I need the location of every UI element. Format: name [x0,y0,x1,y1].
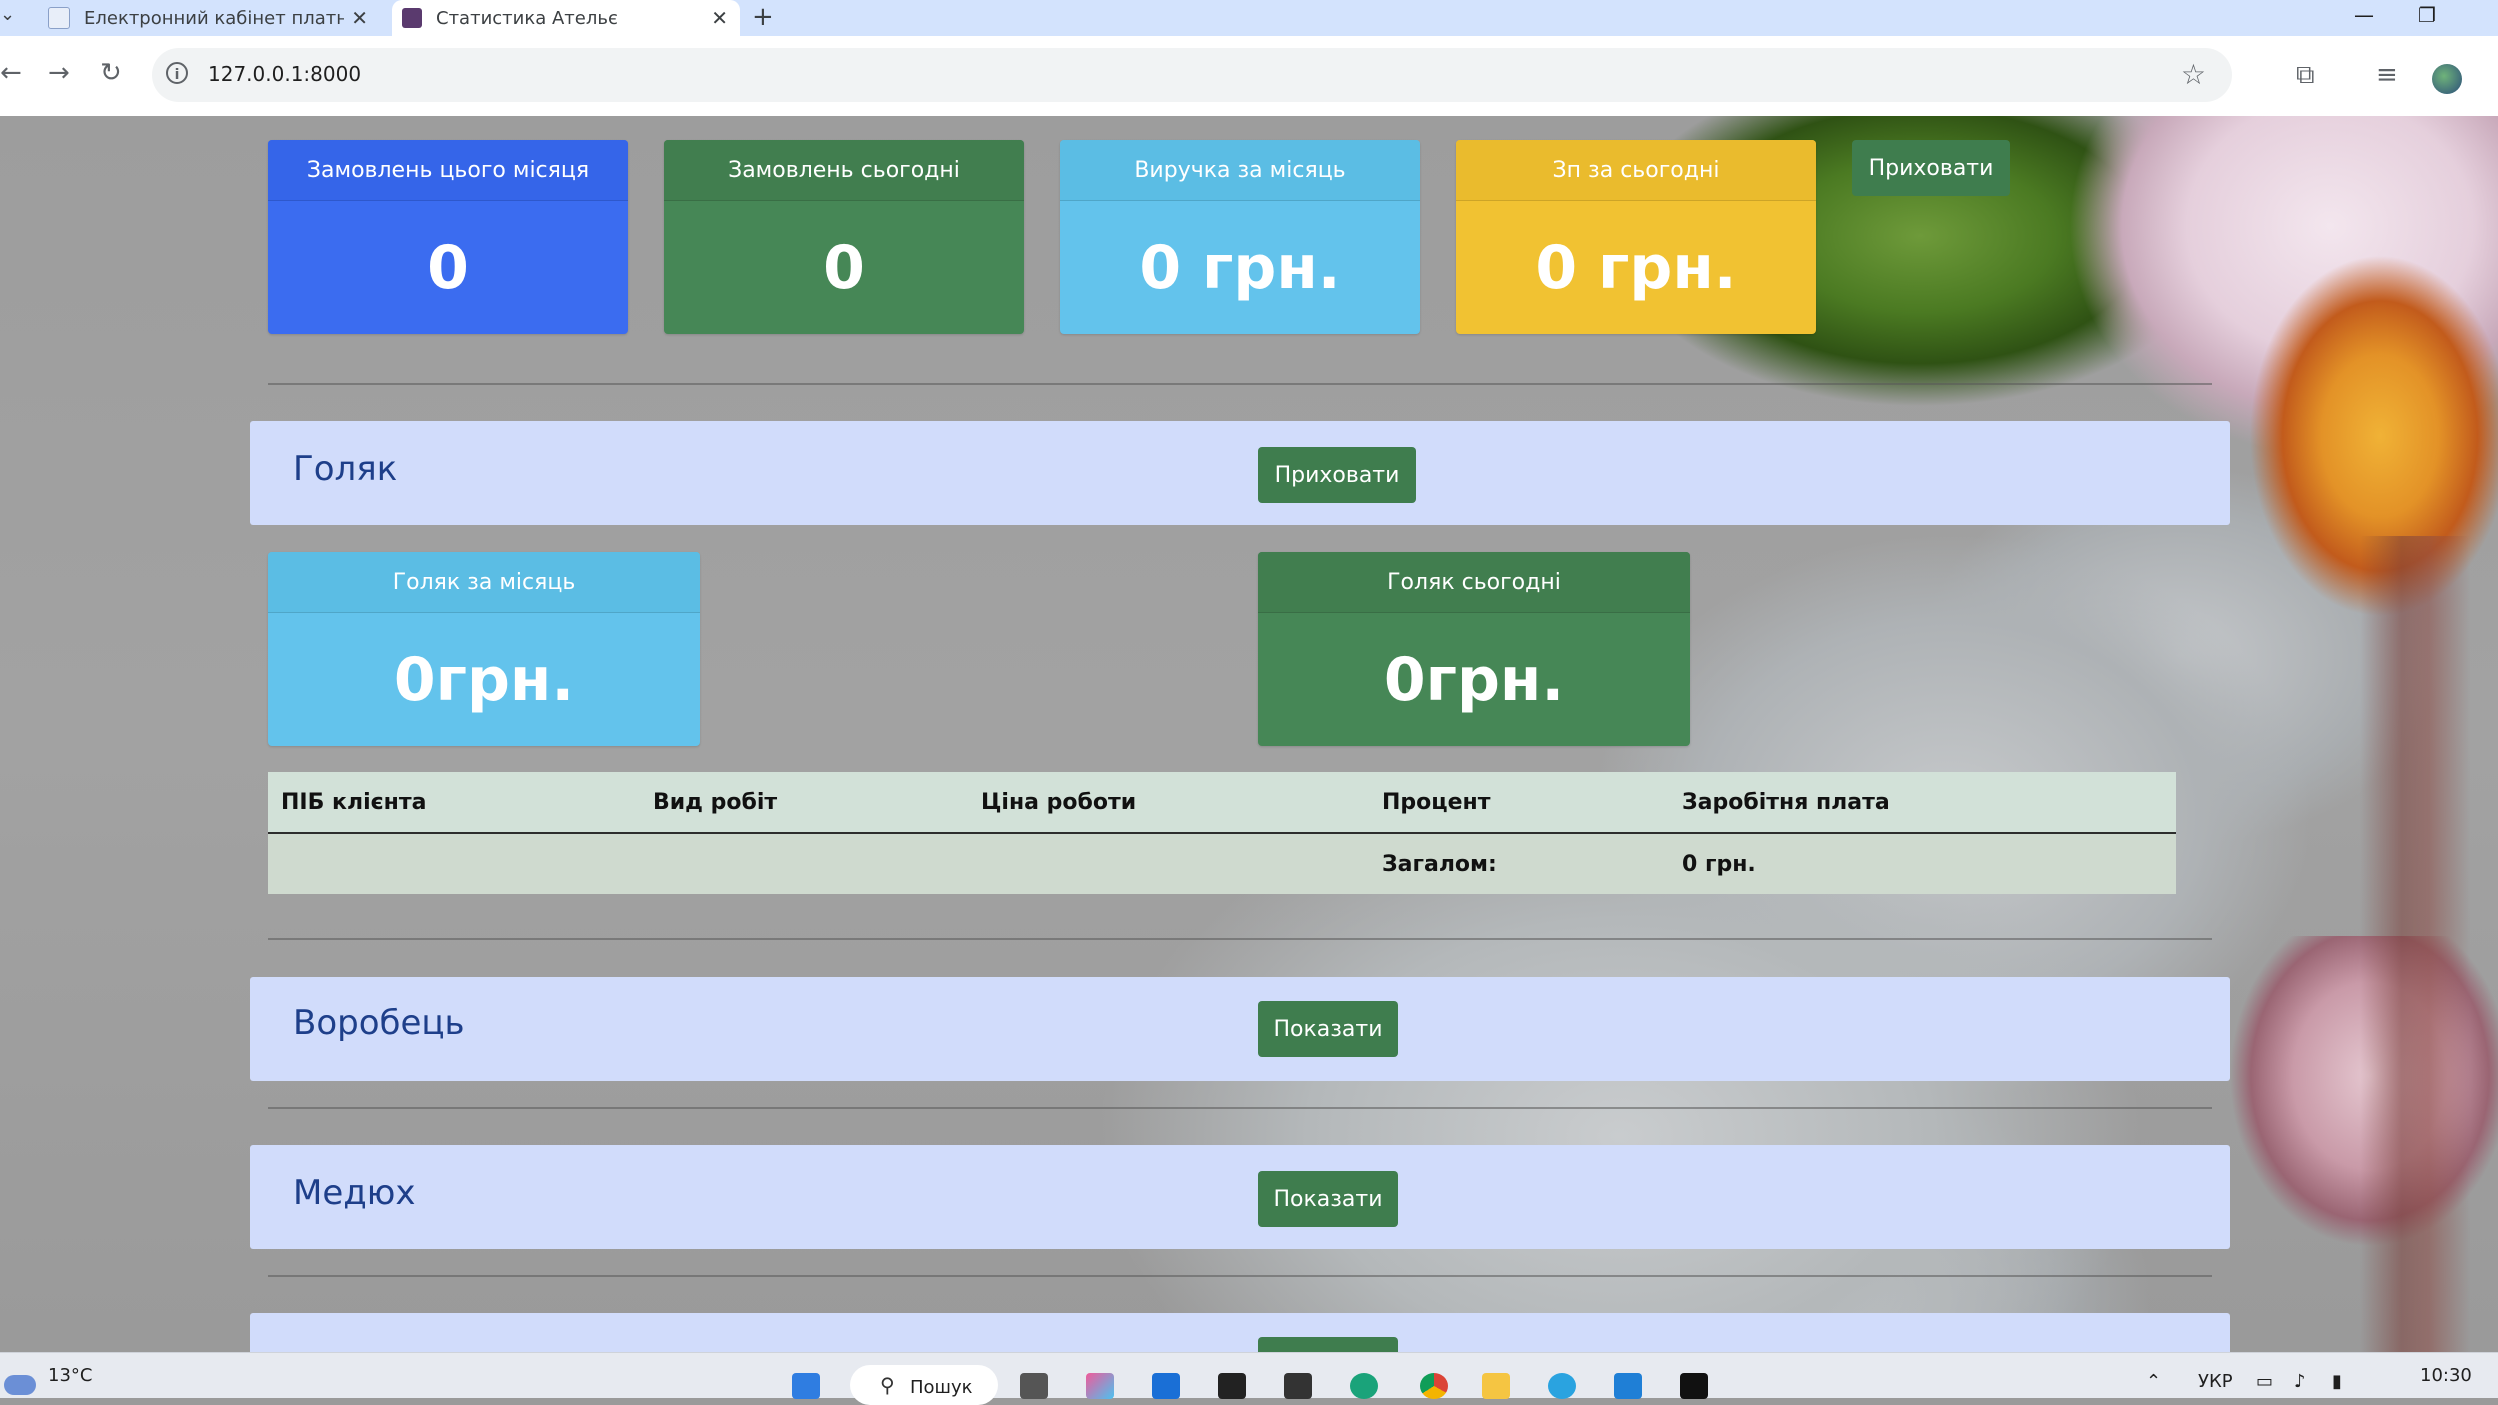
store-icon[interactable] [1152,1373,1180,1399]
divider [268,938,2212,940]
card-orders-today: Замовлень сьогодні 0 [664,140,1024,334]
new-tab-icon[interactable]: + [752,2,774,32]
restore-icon[interactable]: ❐ [2418,0,2436,36]
show-worker-button[interactable] [1258,1337,1398,1352]
card-worker-today: Голяк сьогодні 0грн. [1258,552,1690,746]
back-icon[interactable]: ← [0,58,22,88]
worker-name: Голяк [293,449,398,489]
worker-panel-holiak: Голяк Приховати [250,421,2230,525]
tab-tax-cabinet[interactable]: Електронний кабінет платника ✕ [38,0,380,36]
card-value: 0 грн. [1139,233,1341,303]
card-value: 0 [427,233,469,303]
card-title: Замовлень цього місяця [268,140,628,201]
media-control-icon[interactable]: ≡ [2376,60,2398,90]
github-icon[interactable] [1218,1373,1246,1399]
pycharm-icon[interactable] [1680,1373,1708,1399]
card-title: Замовлень сьогодні [664,140,1024,201]
card-worker-month: Голяк за місяць 0грн. [268,552,700,746]
app-icon[interactable] [1284,1373,1312,1399]
card-value: 0 [823,233,865,303]
chrome-icon[interactable] [1420,1373,1448,1399]
hide-worker-button[interactable]: Приховати [1258,447,1416,503]
close-icon[interactable]: ✕ [351,6,368,30]
column-header-work-type: Вид робіт [653,790,778,815]
divider [268,1107,2212,1109]
column-header-client: ПІБ клієнта [281,790,427,815]
windows-taskbar: 13°C ⚲ Пошук ⌃ УКР ▭ ♪ ▮ 10:30 [0,1352,2498,1405]
network-icon[interactable]: ▭ [2256,1371,2273,1392]
edge-icon[interactable] [1350,1373,1378,1399]
forward-icon[interactable]: → [48,58,70,88]
profile-avatar[interactable] [2432,64,2462,94]
tab-title: Статистика Ательє [436,7,618,29]
search-icon: ⚲ [880,1373,895,1397]
card-title: Зп за сьогодні [1456,140,1816,201]
worker-panel-next [250,1313,2230,1352]
weather-cloud-icon[interactable] [4,1375,36,1395]
weather-temperature[interactable]: 13°C [48,1365,92,1386]
copilot-icon[interactable] [1086,1373,1114,1399]
close-icon[interactable]: ✕ [711,6,728,30]
card-orders-month: Замовлень цього місяця 0 [268,140,628,334]
worker-name: Воробець [293,1003,465,1043]
divider [268,1275,2212,1277]
background-stem [2360,536,2498,1352]
url-text[interactable]: 127.0.0.1:8000 [208,62,361,86]
extensions-icon[interactable]: ⧉ [2296,60,2315,91]
clock-time[interactable]: 10:30 [2420,1365,2472,1386]
vscode-icon[interactable] [1614,1373,1642,1399]
table-header-row: ПІБ клієнта Вид робіт Ціна роботи Процен… [268,772,2176,834]
show-worker-button[interactable]: Показати [1258,1171,1398,1227]
tab-atelier-stats[interactable]: Статистика Ательє ✕ [392,0,740,36]
volume-icon[interactable]: ♪ [2294,1371,2306,1392]
card-title: Голяк за місяць [268,552,700,613]
total-label: Загалом: [1382,852,1497,877]
card-value: 0грн. [1383,645,1565,715]
taskbar-search[interactable]: ⚲ Пошук [850,1365,998,1405]
worker-panel-vorobets: Воробець Показати [250,977,2230,1081]
reload-icon[interactable]: ↻ [100,58,122,88]
start-windows-icon[interactable] [792,1373,820,1399]
card-title: Виручка за місяць [1060,140,1420,201]
worker-orders-table: ПІБ клієнта Вид робіт Ціна роботи Процен… [268,772,2176,894]
tab-search-icon[interactable]: ⌄ [0,4,15,25]
table-total-row: Загалом: 0 грн. [268,834,2176,894]
worker-panel-mediukh: Медюх Показати [250,1145,2230,1249]
minimize-icon[interactable]: — [2354,0,2374,36]
site-info-icon[interactable]: i [166,62,188,84]
browser-tab-strip: ⌄ Електронний кабінет платника ✕ Статист… [0,0,2498,36]
card-revenue-month: Виручка за місяць 0 грн. [1060,140,1420,334]
language-indicator[interactable]: УКР [2198,1371,2233,1392]
tab-title: Електронний кабінет платника [84,7,344,29]
show-worker-button[interactable]: Показати [1258,1001,1398,1057]
worker-name: Медюх [293,1173,416,1213]
total-value: 0 грн. [1682,852,1756,877]
browser-toolbar: ← → ↻ i 127.0.0.1:8000 ☆ ⧉ ≡ [0,36,2498,117]
divider [268,383,2212,385]
card-title: Голяк сьогодні [1258,552,1690,613]
telegram-icon[interactable] [1548,1373,1576,1399]
page-content: Замовлень цього місяця 0 Замовлень сього… [0,116,2498,1352]
bookmark-star-icon[interactable]: ☆ [2181,58,2206,91]
column-header-percent: Процент [1382,790,1491,815]
task-view-icon[interactable] [1020,1373,1048,1399]
column-header-price: Ціна роботи [981,790,1137,815]
battery-icon[interactable]: ▮ [2332,1371,2342,1392]
column-header-salary: Заробітня плата [1682,790,1890,815]
card-value: 0грн. [393,645,575,715]
address-bar[interactable]: i 127.0.0.1:8000 ☆ [152,48,2232,102]
tray-chevron-icon[interactable]: ⌃ [2146,1371,2161,1392]
file-explorer-icon[interactable] [1482,1373,1510,1399]
document-icon [48,7,70,29]
card-value: 0 грн. [1535,233,1737,303]
atelier-favicon-icon [402,8,422,28]
hide-summary-button[interactable]: Приховати [1852,140,2010,196]
search-label: Пошук [910,1377,973,1398]
card-salary-today: Зп за сьогодні 0 грн. [1456,140,1816,334]
